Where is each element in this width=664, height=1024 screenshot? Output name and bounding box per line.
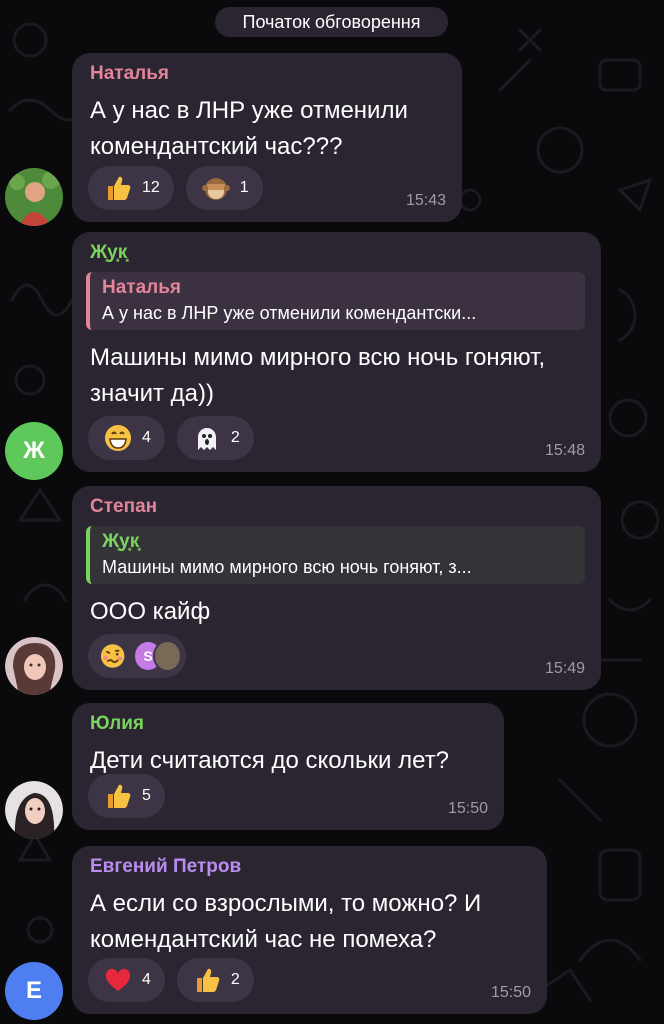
message-time: 15:48	[544, 442, 585, 459]
reaction-ghost[interactable]: 2	[176, 416, 254, 460]
message-time: 15:50	[490, 984, 531, 1001]
message-text: А у нас в ЛНР уже отменили комендантский…	[90, 97, 408, 160]
reactions-bar: 4 2	[88, 416, 254, 460]
sender-name[interactable]: Наталья	[90, 63, 446, 85]
reactor-avatar-photo	[152, 640, 182, 672]
avatar[interactable]	[5, 781, 63, 839]
reply-quote[interactable]: Наталья А у нас в ЛНР уже отменили комен…	[86, 272, 585, 330]
message-text: Машины мимо мирного всю ночь гоняют, зна…	[90, 344, 546, 407]
message-text: ООО кайф	[90, 598, 211, 625]
reaction-thumbs-up[interactable]: 12	[88, 166, 174, 210]
see-no-evil-monkey-icon	[201, 178, 230, 200]
message-text: А если со взрослыми, то можно? И коменда…	[90, 890, 482, 953]
message-bubble[interactable]: Евгений Петров А если со взрослыми, то м…	[72, 846, 547, 1014]
message-bubble[interactable]: Наталья А у нас в ЛНР уже отменили комен…	[72, 53, 462, 222]
reply-quote[interactable]: Ж͙у͙к͙ Машины мимо мирного всю ночь гоня…	[86, 526, 585, 584]
avatar[interactable]	[5, 637, 63, 695]
thumbs-up-icon	[108, 784, 131, 808]
thumbs-up-icon	[108, 176, 131, 200]
reactions-bar: 12 1	[88, 166, 263, 210]
ghost-icon	[197, 428, 216, 450]
sender-name[interactable]: Ж͙у͙к͙	[90, 242, 585, 264]
avatar-photo	[5, 637, 63, 695]
sender-name[interactable]: Евгений Петров	[90, 856, 531, 878]
avatar-photo	[5, 781, 63, 839]
reactions-bar: 5	[88, 774, 165, 818]
avatar[interactable]	[5, 168, 63, 226]
reaction-thumbs-up[interactable]: 2	[176, 958, 254, 1002]
message-bubble[interactable]: Степан Ж͙у͙к͙ Машины мимо мирного всю но…	[72, 486, 601, 690]
woozy-face-icon	[100, 644, 125, 668]
reactions-bar: 4 2	[88, 958, 254, 1002]
red-heart-icon	[105, 968, 131, 991]
reaction-see-no-evil-monkey[interactable]: 1	[185, 166, 263, 210]
message-bubble[interactable]: Юлия Дети считаются до скольки лет? 5 15…	[72, 703, 504, 830]
message-time: 15:49	[544, 660, 585, 677]
avatar[interactable]: Е	[5, 962, 63, 1020]
reaction-red-heart[interactable]: 4	[88, 958, 165, 1002]
avatar[interactable]: Ж	[5, 422, 63, 480]
sender-name[interactable]: Степан	[90, 496, 585, 518]
message-bubble[interactable]: Ж͙у͙к͙ Наталья А у нас в ЛНР уже отменил…	[72, 232, 601, 472]
reaction-woozy-face[interactable]: S	[88, 634, 186, 678]
message-time: 15:43	[405, 192, 446, 209]
grinning-face-icon	[105, 425, 131, 451]
message-time: 15:50	[447, 800, 488, 817]
reaction-grinning-face[interactable]: 4	[88, 416, 165, 460]
avatar-photo	[5, 168, 63, 226]
sender-name[interactable]: Юлия	[90, 713, 488, 735]
reactions-bar: S	[88, 634, 186, 678]
reaction-thumbs-up[interactable]: 5	[88, 774, 165, 818]
discussion-start-label: Початок обговорення	[215, 7, 448, 37]
thumbs-up-icon	[196, 968, 220, 992]
